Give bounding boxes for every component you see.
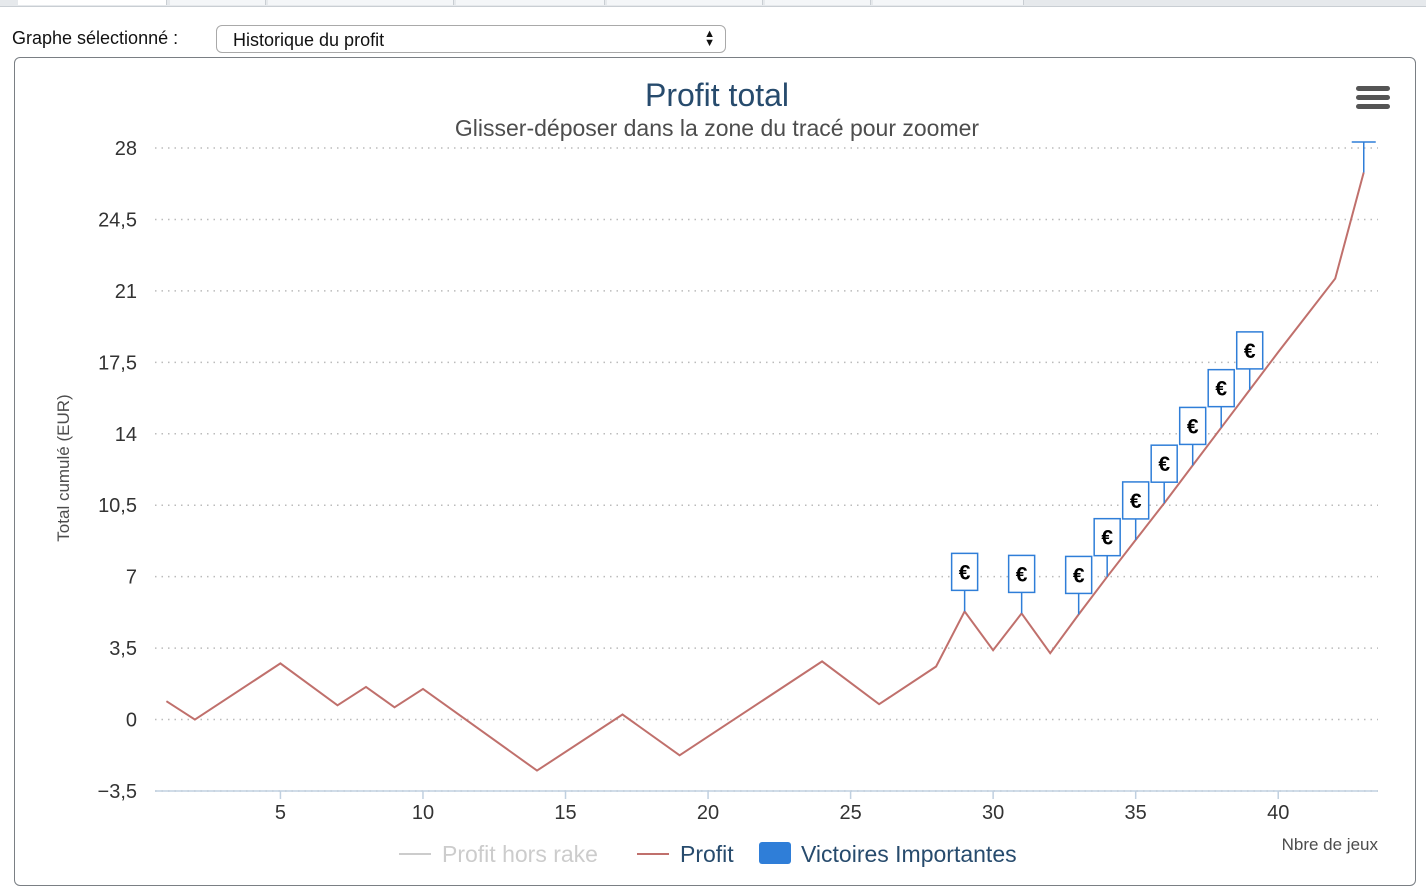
graph-select-value: Historique du profit <box>233 30 385 50</box>
y-tick-label: 28 <box>115 138 137 160</box>
victoire-flag[interactable]: € <box>1093 517 1121 577</box>
hamburger-menu-icon[interactable] <box>1356 86 1390 109</box>
profit-point[interactable] <box>192 717 198 723</box>
tab-5[interactable] <box>607 0 763 5</box>
profit-point[interactable] <box>363 684 369 690</box>
profit-point[interactable] <box>334 702 340 708</box>
profit-point[interactable] <box>1047 650 1053 656</box>
x-tick-label: 5 <box>275 802 286 824</box>
x-tick-label: 35 <box>1125 802 1147 824</box>
graph-selector-label: Graphe sélectionné : <box>12 28 179 48</box>
profit-line[interactable] <box>165 172 1365 772</box>
x-tick-label: 30 <box>982 802 1004 824</box>
victoire-flag[interactable]: € <box>1150 444 1178 504</box>
legend-item-profit[interactable]: Profit <box>637 841 734 867</box>
y-tick-label: 3,5 <box>109 638 137 660</box>
profit-chart[interactable]: −3,5 0 3,5 7 10,5 14 17,5 21 24,5 28 5 10 15 20 25 30 35… <box>15 58 1415 885</box>
graph-select[interactable]: Historique du profit ▲ ▼ <box>216 25 726 53</box>
victoire-flag[interactable]: € <box>950 552 979 612</box>
victoire-flag[interactable]: € <box>1007 554 1036 614</box>
tab-strip <box>0 0 1426 7</box>
x-tick-label: 10 <box>412 802 434 824</box>
victoire-flag[interactable]: € <box>1178 406 1207 466</box>
svg-text:€: € <box>959 561 971 584</box>
legend-label-profit-hors-rake: Profit hors rake <box>442 841 598 867</box>
tab-1[interactable] <box>18 0 167 5</box>
y-tick-label: 17,5 <box>98 352 137 374</box>
x-tick-label: 40 <box>1267 802 1289 824</box>
profit-point[interactable] <box>677 752 683 758</box>
y-tick-label: 14 <box>115 424 137 446</box>
svg-text:€: € <box>1158 453 1170 476</box>
profit-point[interactable] <box>277 660 283 666</box>
y-tick-label: 7 <box>126 567 137 589</box>
svg-text:€: € <box>1073 564 1085 587</box>
profit-point[interactable] <box>1332 276 1338 282</box>
tab-2[interactable] <box>170 0 266 5</box>
legend-item-victoires-importantes[interactable]: Victoires Importantes <box>759 841 1017 867</box>
svg-text:€: € <box>1101 527 1113 550</box>
profit-point[interactable] <box>933 663 939 669</box>
victoire-flag[interactable]: € <box>1064 555 1093 615</box>
y-tick-label: −3,5 <box>98 781 137 803</box>
svg-text:€: € <box>1016 563 1028 586</box>
tab-3[interactable] <box>268 0 454 5</box>
profit-point[interactable] <box>990 647 996 653</box>
svg-text:€: € <box>1187 415 1199 438</box>
victoire-flag[interactable] <box>1351 141 1376 173</box>
tab-4[interactable] <box>456 0 605 5</box>
axes: −3,5 0 3,5 7 10,5 14 17,5 21 24,5 28 5 10 15 20 25 30 35… <box>98 138 1378 824</box>
victoire-flag[interactable]: € <box>1207 368 1235 428</box>
legend-item-profit-hors-rake[interactable]: Profit hors rake <box>399 841 598 867</box>
profit-point[interactable] <box>163 698 169 704</box>
svg-text:€: € <box>1244 340 1256 363</box>
profit-point[interactable] <box>1275 349 1281 355</box>
victoire-flag[interactable]: € <box>1235 331 1264 390</box>
chart-container: −3,5 0 3,5 7 10,5 14 17,5 21 24,5 28 5 10 15 20 25 30 35… <box>14 57 1416 886</box>
profit-point[interactable] <box>391 704 397 710</box>
legend-label-profit: Profit <box>680 841 734 867</box>
profit-point[interactable] <box>876 701 882 707</box>
x-tick-label: 20 <box>697 802 719 824</box>
y-tick-label: 0 <box>126 710 137 732</box>
x-tick-label: 15 <box>554 802 576 824</box>
y-tick-label: 24,5 <box>98 209 137 231</box>
profit-point[interactable] <box>819 658 825 664</box>
tab-7[interactable] <box>873 0 1024 5</box>
y-tick-label: 10,5 <box>98 495 137 517</box>
svg-text:€: € <box>1130 490 1142 513</box>
y-axis-label: Total cumulé (EUR) <box>54 394 73 541</box>
flags: € € € € € € € € € <box>950 141 1376 615</box>
grid-lines <box>155 147 1378 792</box>
x-tick-label: 25 <box>839 802 861 824</box>
profit-point[interactable] <box>1304 312 1310 318</box>
series <box>163 172 1365 774</box>
up-down-arrows-icon: ▲ ▼ <box>704 28 715 49</box>
chart-title: Profit total <box>645 77 789 113</box>
y-tick-label: 21 <box>115 281 137 303</box>
legend: Profit hors rake Profit Victoires Import… <box>399 841 1017 867</box>
x-axis-label: Nbre de jeux <box>1282 835 1379 854</box>
victoire-flag[interactable]: € <box>1121 481 1150 540</box>
chart-subtitle: Glisser-déposer dans la zone du tracé po… <box>455 115 980 141</box>
profit-point[interactable] <box>534 768 540 774</box>
tab-6[interactable] <box>765 0 871 5</box>
profit-point[interactable] <box>620 711 626 717</box>
legend-label-victoires-importantes: Victoires Importantes <box>801 841 1017 867</box>
svg-text:€: € <box>1215 378 1227 401</box>
profit-point[interactable] <box>420 686 426 692</box>
